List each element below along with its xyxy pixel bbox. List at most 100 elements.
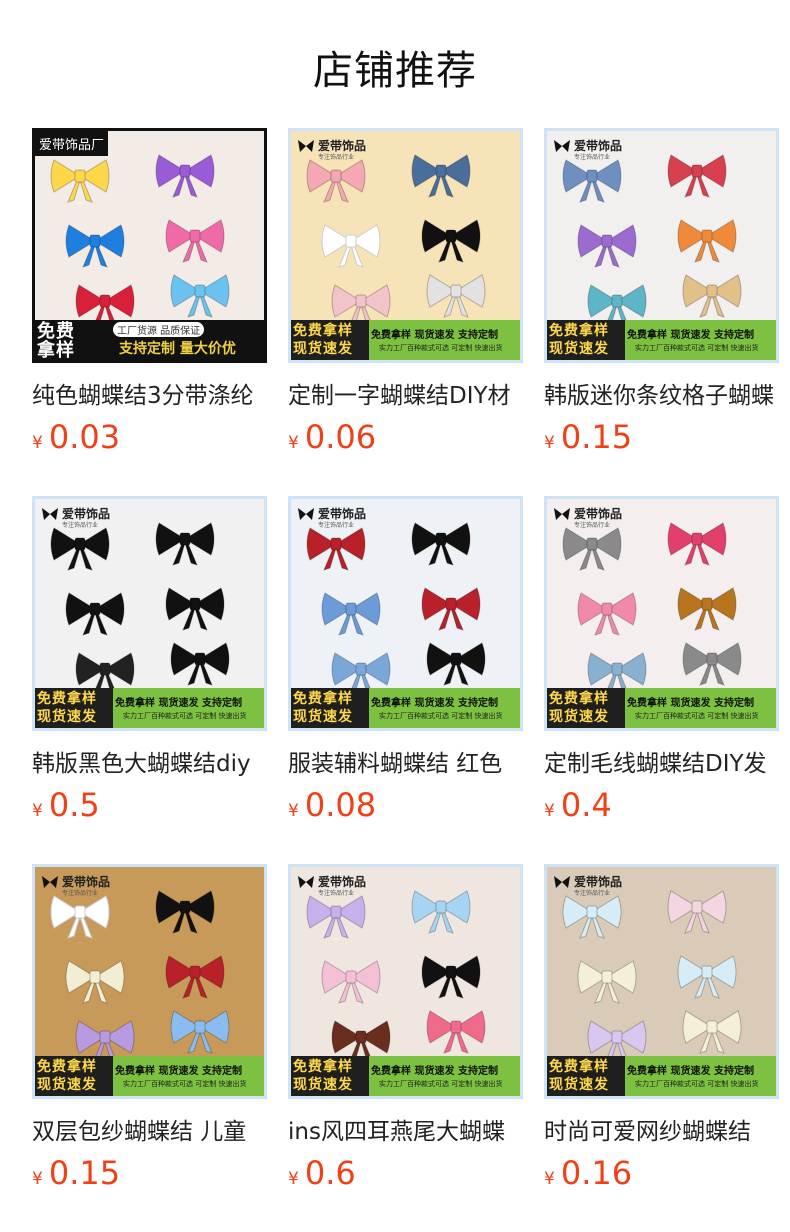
promo-banner-bottom: 实力工厂百种款式可选 可定制 快速出货: [123, 712, 247, 720]
price-value: 0.15: [560, 418, 633, 456]
product-title[interactable]: ins风四耳燕尾大蝴蝶: [288, 1112, 523, 1146]
brand-subtitle: 专注饰品行业: [318, 890, 355, 897]
currency-symbol: ¥: [288, 801, 299, 821]
product-card[interactable]: 爱带饰品 专注饰品行业 免费拿样 现货速发 免费拿样 现货速发 支持定制 实力工厂…: [32, 496, 267, 826]
promo-banner: 免费拿样 现货速发 免费拿样 现货速发 支持定制 实力工厂百种款式可选 可定制 快…: [547, 320, 776, 360]
price-value: 0.06: [304, 418, 377, 456]
price-value: 0.5: [48, 786, 100, 824]
price-value: 0.4: [560, 786, 612, 824]
promo-banner: 免费拿样 现货速发 免费拿样 现货速发 支持定制 实力工厂百种款式可选 可定制 快…: [35, 1056, 264, 1096]
product-image[interactable]: 爱带饰品 专注饰品行业 免费拿样 现货速发 免费拿样 现货速发 支持定制 实力工厂…: [32, 864, 267, 1099]
product-price: ¥0.4: [544, 786, 612, 824]
product-card[interactable]: 爱带饰品 专注饰品行业 免费拿样 现货速发 免费拿样 现货速发 支持定制 实力工厂…: [288, 128, 523, 458]
promo-banner-bottom: 实力工厂百种款式可选 可定制 快速出货: [379, 1080, 503, 1088]
promo-banner-left-line: 拿样: [37, 340, 75, 361]
promo-banner-left-line: 现货速发: [293, 1077, 353, 1093]
product-title[interactable]: 服装辅料蝴蝶结 红色: [288, 744, 523, 778]
product-image[interactable]: 爱带饰品 专注饰品行业 免费拿样 现货速发 免费拿样 现货速发 支持定制 实力工厂…: [288, 496, 523, 731]
currency-symbol: ¥: [32, 801, 43, 821]
promo-banner-left-line: 现货速发: [293, 341, 353, 357]
promo-banner-bottom: 实力工厂百种款式可选 可定制 快速出货: [123, 1080, 247, 1088]
promo-banner: 免费拿样现货速发 免费拿样 现货速发 支持定制 实力工厂百种款式可选 可定制 快…: [35, 688, 264, 728]
promo-banner-left-line: 免费拿样: [293, 323, 353, 339]
promo-banner-top: 免费拿样 现货速发 支持定制: [371, 330, 498, 341]
promo-banner-bottom: 支持定制 量大价优: [119, 341, 236, 357]
promo-banner-left-line: 免费拿样: [37, 691, 97, 707]
product-image[interactable]: 爱带饰品 专注饰品行业 免费拿样 现货速发 免费拿样 现货速发 支持定制 实力工厂…: [544, 864, 779, 1099]
promo-banner-left-line: 免费拿样: [549, 1059, 609, 1075]
promo-banner-left-line: 免费拿样: [293, 1059, 353, 1075]
product-price: ¥0.06: [288, 418, 376, 456]
product-card[interactable]: 爱带饰品 专注饰品行业 免费拿样 现货速发 免费拿样 现货速发 支持定制 实力工厂…: [544, 128, 779, 458]
promo-banner-left: 免费 拿样: [37, 322, 111, 360]
product-card[interactable]: 爱带饰品 专注饰品行业 免费拿样 现货速发 免费拿样 现货速发 支持定制 实力工厂…: [544, 864, 779, 1194]
brand-subtitle: 专注饰品行业: [574, 522, 611, 529]
promo-banner-left-line: 现货速发: [549, 1077, 609, 1093]
promo-banner-bottom: 实力工厂百种款式可选 可定制 快速出货: [635, 344, 759, 352]
bow-logo-icon: [42, 507, 58, 520]
product-title[interactable]: 定制毛线蝴蝶结DIY发: [544, 744, 779, 778]
product-title[interactable]: 纯色蝴蝶结3分带涤纶: [32, 376, 267, 410]
product-image[interactable]: 爱带饰品厂 免费 拿样 工厂货源 品质保证 支持定制 量大价优: [32, 128, 267, 363]
product-title[interactable]: 时尚可爱网纱蝴蝶结: [544, 1112, 779, 1146]
product-image[interactable]: 爱带饰品 专注饰品行业 免费拿样 现货速发 免费拿样 现货速发 支持定制 实力工厂…: [288, 864, 523, 1099]
product-title[interactable]: 定制一字蝴蝶结DIY材: [288, 376, 523, 410]
product-card[interactable]: 爱带饰品厂 免费 拿样 工厂货源 品质保证 支持定制 量大价优 纯色蝴蝶结3分带涤…: [32, 128, 267, 458]
currency-symbol: ¥: [32, 433, 43, 453]
product-image[interactable]: 爱带饰品 专注饰品行业 免费拿样 现货速发 免费拿样 现货速发 支持定制 实力工厂…: [288, 128, 523, 363]
promo-banner-left-line: 现货速发: [549, 709, 609, 725]
promo-banner-top: 免费拿样 现货速发 支持定制: [627, 330, 754, 341]
promo-banner-left: 免费拿样 现货速发: [37, 1058, 111, 1094]
product-card[interactable]: 爱带饰品 专注饰品行业 免费拿样 现货速发 免费拿样 现货速发 支持定制 实力工厂…: [32, 864, 267, 1194]
bow-logo-icon: [554, 875, 570, 888]
brand-label: 爱带饰品厂: [35, 131, 109, 156]
promo-banner: 免费 拿样 工厂货源 品质保证 支持定制 量大价优: [35, 320, 264, 360]
bow-logo-icon: [298, 507, 314, 520]
brand-subtitle: 专注饰品行业: [574, 154, 611, 161]
currency-symbol: ¥: [544, 801, 555, 821]
product-image[interactable]: 爱带饰品 专注饰品行业 免费拿样 现货速发 免费拿样 现货速发 支持定制 实力工厂…: [544, 128, 779, 363]
bow-logo-icon: [554, 507, 570, 520]
price-value: 0.08: [304, 786, 377, 824]
promo-banner-left: 免费拿样 现货速发: [293, 1058, 367, 1094]
promo-banner-left-line: 现货速发: [293, 709, 353, 725]
promo-banner: 免费拿样 现货速发 免费拿样 现货速发 支持定制 实力工厂百种款式可选 可定制 快…: [291, 320, 520, 360]
currency-symbol: ¥: [544, 433, 555, 453]
brand-subtitle: 专注饰品行业: [62, 522, 99, 529]
promo-banner-bottom: 实力工厂百种款式可选 可定制 快速出货: [635, 712, 759, 720]
brand-subtitle: 专注饰品行业: [62, 890, 99, 897]
product-price: ¥0.16: [544, 1154, 632, 1192]
bow-logo-icon: [298, 139, 314, 152]
promo-banner-top: 免费拿样 现货速发 支持定制: [115, 698, 242, 709]
promo-banner-bottom: 实力工厂百种款式可选 可定制 快速出货: [379, 712, 503, 720]
price-value: 0.16: [560, 1154, 633, 1192]
bow-logo-icon: [554, 139, 570, 152]
product-title[interactable]: 双层包纱蝴蝶结 儿童: [32, 1112, 267, 1146]
promo-banner-left: 免费拿样 现货速发: [37, 690, 111, 726]
currency-symbol: ¥: [544, 1169, 555, 1189]
product-title[interactable]: 韩版黑色大蝴蝶结diy: [32, 744, 267, 778]
product-card[interactable]: 爱带饰品 专注饰品行业 免费拿样 现货速发 免费拿样 现货速发 支持定制 实力工厂…: [288, 496, 523, 826]
promo-banner: 免费拿样 现货速发 免费拿样 现货速发 支持定制 实力工厂百种款式可选 可定制 快…: [547, 688, 776, 728]
promo-banner-left-line: 免费拿样: [549, 691, 609, 707]
product-price: ¥0.6: [288, 1154, 356, 1192]
product-image[interactable]: 爱带饰品 专注饰品行业 免费拿样 现货速发 免费拿样 现货速发 支持定制 实力工厂…: [544, 496, 779, 731]
product-price: ¥0.15: [32, 1154, 120, 1192]
promo-banner-left-line: 现货速发: [37, 1077, 97, 1093]
bow-logo-icon: [298, 875, 314, 888]
promo-banner-left-line: 免费拿样: [37, 1059, 97, 1075]
product-card[interactable]: 爱带饰品 专注饰品行业 免费拿样 现货速发 免费拿样 现货速发 支持定制 实力工厂…: [288, 864, 523, 1194]
product-image[interactable]: 爱带饰品 专注饰品行业 免费拿样 现货速发 免费拿样 现货速发 支持定制 实力工厂…: [32, 496, 267, 731]
promo-banner-left: 免费拿样 现货速发: [293, 690, 367, 726]
promo-banner-left-line: 现货速发: [37, 709, 97, 725]
promo-banner-left: 免费拿样 现货速发: [549, 1058, 623, 1094]
product-title[interactable]: 韩版迷你条纹格子蝴蝶: [544, 376, 779, 410]
price-value: 0.6: [304, 1154, 356, 1192]
product-card[interactable]: 爱带饰品 专注饰品行业 免费拿样 现货速发 免费拿样 现货速发 支持定制 实力工厂…: [544, 496, 779, 826]
promo-banner-left: 免费拿样 现货速发: [549, 322, 623, 358]
currency-symbol: ¥: [288, 1169, 299, 1189]
promo-banner-left-line: 免费拿样: [549, 323, 609, 339]
promo-banner: 免费拿样 现货速发 免费拿样 现货速发 支持定制 实力工厂百种款式可选 可定制 快…: [291, 688, 520, 728]
promo-banner: 免费拿样 现货速发 免费拿样 现货速发 支持定制 实力工厂百种款式可选 可定制 快…: [547, 1056, 776, 1096]
promo-banner-left: 免费拿样 现货速发: [293, 322, 367, 358]
